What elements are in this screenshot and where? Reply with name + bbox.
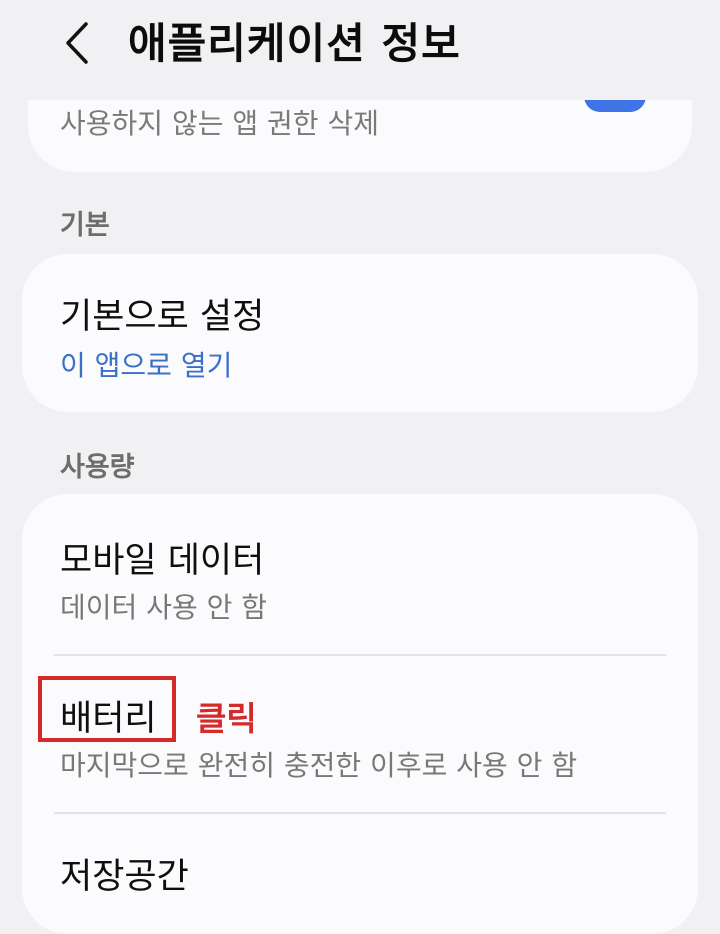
battery-subtitle: 마지막으로 완전히 충전한 이후로 사용 안 함 [60, 749, 578, 782]
set-as-default-title: 기본으로 설정 [60, 297, 265, 337]
mobile-data-subtitle: 데이터 사용 안 함 [60, 591, 268, 624]
divider [54, 654, 666, 656]
section-label-usage: 사용량 [60, 452, 135, 483]
permission-removal-card[interactable]: 사용하지 않는 앱 권한 삭제 [28, 90, 692, 172]
page-title: 애플리케이션 정보 [128, 19, 461, 68]
mobile-data-title: 모바일 데이터 [60, 541, 265, 581]
storage-title: 저장공간 [60, 857, 189, 897]
section-label-default: 기본 [60, 210, 110, 241]
back-button[interactable] [52, 18, 102, 68]
battery-highlight-box [38, 676, 176, 742]
click-annotation: 클릭 [196, 699, 257, 738]
open-with-app-link: 이 앱으로 열기 [60, 349, 233, 382]
set-as-default-card[interactable]: 기본으로 설정 이 앱으로 열기 [22, 254, 698, 412]
header: 애플리케이션 정보 [0, 0, 720, 100]
divider [54, 812, 666, 814]
permission-removal-subtitle: 사용하지 않는 앱 권한 삭제 [60, 107, 379, 140]
chevron-left-icon [66, 22, 88, 64]
